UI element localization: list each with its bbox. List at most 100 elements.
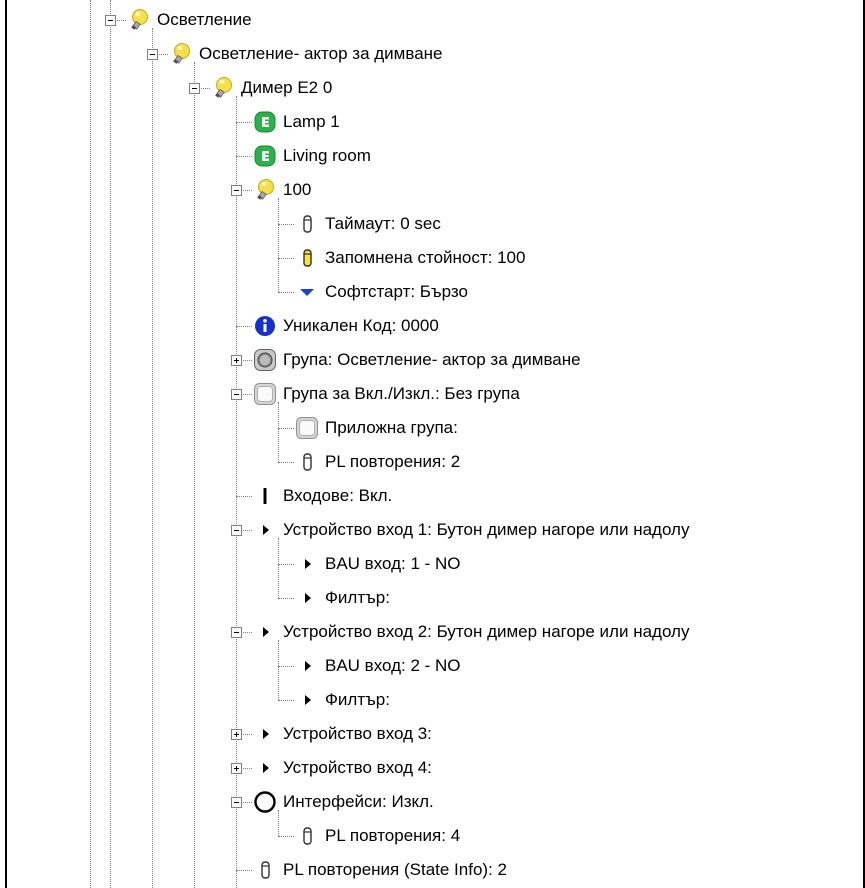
collapse-toggle[interactable]: [231, 797, 242, 808]
tree-item-label: Софтстарт: Бързо: [325, 282, 468, 301]
tree-item-label: Запомнена стойност: 100: [325, 248, 526, 267]
collapse-toggle[interactable]: [231, 389, 242, 400]
arrow-right-icon: [295, 552, 319, 576]
tree-item[interactable]: PL повторения (State Info): 2: [253, 855, 507, 885]
cylinder-icon: [295, 212, 319, 236]
tree-item[interactable]: PL повторения: 4: [295, 821, 460, 851]
tree-item-label: Устройство вход 3:: [283, 724, 432, 743]
tree-item[interactable]: Софтстарт: Бързо: [295, 277, 468, 307]
tree-item-label: 100: [283, 180, 312, 199]
tree-connector: [236, 870, 252, 871]
tree-connector: [110, 0, 111, 888]
tree-item-label: BAU вход: 1 - NO: [325, 554, 461, 573]
tree-item-label: Осветление: [157, 10, 252, 29]
tree-connector: [278, 700, 294, 701]
arrow-right-icon: [295, 654, 319, 678]
tree-item-label: PL повторения (State Info): 2: [283, 860, 507, 879]
tree-item[interactable]: Филтър:: [295, 685, 390, 715]
tree-connector: [278, 224, 279, 258]
tree-item-label: Филтър:: [325, 690, 390, 709]
tree-item[interactable]: Уникален Код: 0000: [253, 311, 439, 341]
tree-item-label: Филтър:: [325, 588, 390, 607]
tree-item[interactable]: 100: [253, 175, 311, 205]
tree-connector: [236, 326, 252, 327]
tree-item[interactable]: Устройство вход 2: Бутон димер нагоре ил…: [253, 617, 689, 647]
tree-item-label: Входове: Вкл.: [283, 486, 393, 505]
collapse-toggle[interactable]: [189, 83, 200, 94]
tree-item[interactable]: Запомнена стойност: 100: [295, 243, 525, 273]
tree-item[interactable]: Приложна група:: [295, 413, 458, 443]
tree-connector: [236, 122, 252, 123]
tree-item-label: PL повторения: 2: [325, 452, 461, 471]
cylinder-icon: [295, 824, 319, 848]
tree-item[interactable]: Таймаут: 0 sec: [295, 209, 441, 239]
arrow-right-icon: [253, 756, 277, 780]
tree-item[interactable]: PL повторения: 2: [295, 447, 460, 477]
tree-item[interactable]: Филтър:: [295, 583, 390, 613]
tree-connector: [278, 224, 294, 225]
tree-connector: [152, 54, 153, 888]
tree-item-label: Устройство вход 1: Бутон димер нагоре ил…: [283, 520, 690, 539]
tree-connector: [278, 598, 294, 599]
circle-icon: [253, 790, 277, 814]
bulb-icon: [169, 42, 193, 66]
tree-connector: [278, 258, 294, 259]
collapse-toggle[interactable]: [147, 49, 158, 60]
tree-connector: [278, 666, 279, 700]
blue-triangle-icon: [295, 280, 319, 304]
tree-item-label: Таймаут: 0 sec: [325, 214, 441, 233]
tree-item[interactable]: Устройство вход 1: Бутон димер нагоре ил…: [253, 515, 689, 545]
tree-connector: [278, 666, 294, 667]
collapse-toggle[interactable]: [231, 627, 242, 638]
tree-view[interactable]: Осветление Осветление- актор за димване …: [7, 0, 863, 888]
yellow-cylinder-icon: [295, 246, 319, 270]
tree-connector: [194, 88, 195, 888]
tree-item[interactable]: BAU вход: 2 - NO: [295, 651, 461, 681]
tree-item[interactable]: Входове: Вкл.: [253, 481, 392, 511]
tree-connector: [236, 156, 252, 157]
tree-item[interactable]: Living room: [253, 141, 371, 171]
arrow-right-icon: [253, 620, 277, 644]
tree-connector: [236, 496, 252, 497]
tree-item[interactable]: Интерфейси: Изкл.: [253, 787, 434, 817]
collapse-toggle[interactable]: [105, 15, 116, 26]
tree-connector: [278, 564, 294, 565]
expand-toggle[interactable]: [231, 763, 242, 774]
tree-item[interactable]: BAU вход: 1 - NO: [295, 549, 461, 579]
bulb-icon: [211, 76, 235, 100]
tree-item-label: Димер E2 0: [241, 78, 333, 97]
green-e-icon: [253, 110, 277, 134]
tree-item[interactable]: Димер E2 0: [211, 73, 332, 103]
expand-toggle[interactable]: [231, 355, 242, 366]
tree-item[interactable]: Устройство вход 3:: [253, 719, 432, 749]
bulb-icon: [253, 178, 277, 202]
tree-item[interactable]: Осветление: [127, 5, 252, 35]
collapse-toggle[interactable]: [231, 185, 242, 196]
collapse-toggle[interactable]: [231, 525, 242, 536]
expand-toggle[interactable]: [231, 729, 242, 740]
tree-connector: [278, 258, 279, 292]
tree-item[interactable]: Група: Осветление- актор за димване: [253, 345, 581, 375]
tree-item-label: Уникален Код: 0000: [283, 316, 439, 335]
tree-item[interactable]: Група за Вкл./Изкл.: Без група: [253, 379, 520, 409]
tree-connector: [90, 0, 91, 888]
tree-item-label: Интерфейси: Изкл.: [283, 792, 434, 811]
arrow-right-icon: [253, 518, 277, 542]
cylinder-icon: [253, 858, 277, 882]
arrow-right-icon: [295, 688, 319, 712]
tree-item[interactable]: Устройство вход 4:: [253, 753, 432, 783]
white-button-icon: [295, 416, 319, 440]
tree-item[interactable]: Lamp 1: [253, 107, 340, 137]
cylinder-icon: [295, 450, 319, 474]
tree-panel: Осветление Осветление- актор за димване …: [5, 0, 865, 888]
group-button-icon: [253, 348, 277, 372]
tree-item[interactable]: Осветление- актор за димване: [169, 39, 443, 69]
tree-connector: [278, 428, 279, 462]
bulb-icon: [127, 8, 151, 32]
tree-item-label: BAU вход: 2 - NO: [325, 656, 461, 675]
bar-icon: [253, 484, 277, 508]
tree-connector: [278, 564, 279, 598]
arrow-right-icon: [295, 586, 319, 610]
tree-item-label: Група за Вкл./Изкл.: Без група: [283, 384, 520, 403]
tree-item-label: PL повторения: 4: [325, 826, 461, 845]
